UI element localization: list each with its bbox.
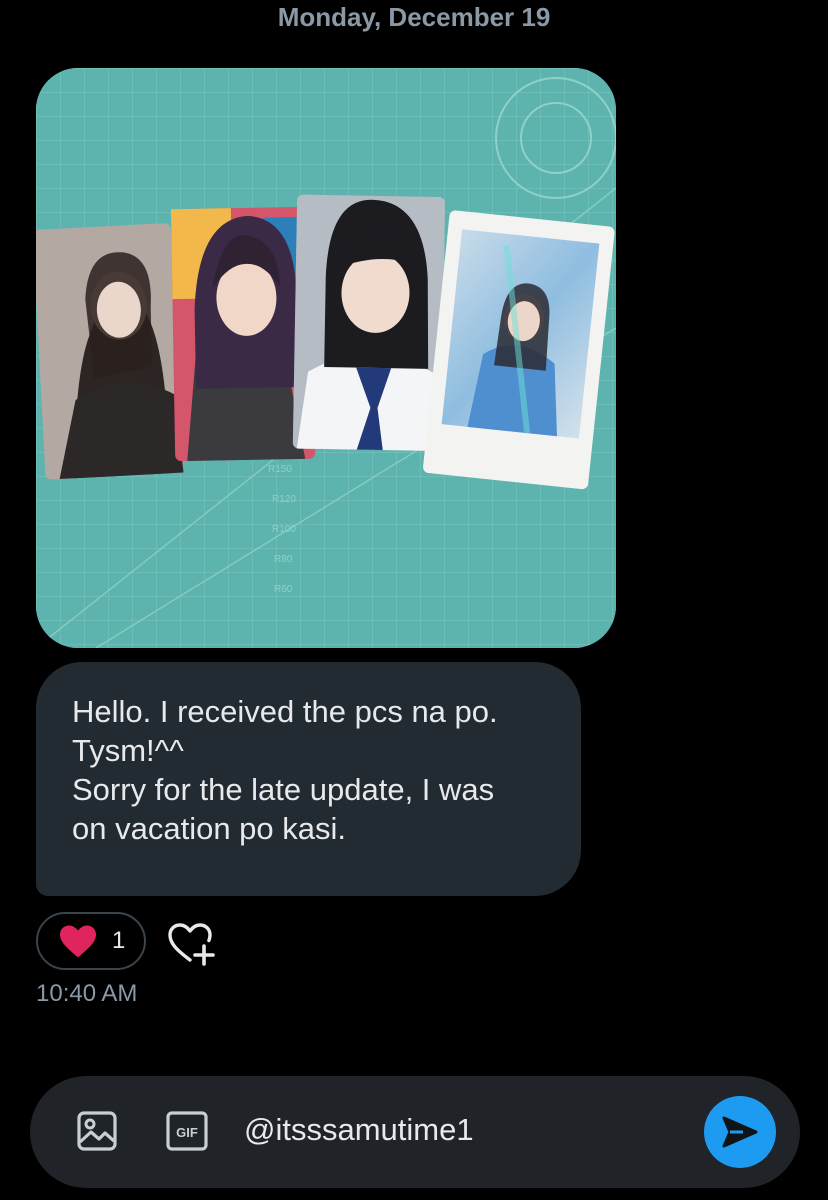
image-icon	[77, 1111, 117, 1151]
message-composer: GIF @itsssamutime1	[30, 1076, 800, 1188]
add-photo-button[interactable]	[76, 1110, 118, 1152]
photocard-3	[292, 194, 446, 452]
mat-label: R80	[274, 554, 293, 565]
reaction-pill[interactable]: 1	[36, 912, 146, 970]
date-header: Monday, December 19	[277, 2, 551, 32]
mat-label: R150	[268, 464, 292, 475]
message-bubble[interactable]: Hello. I received the pcs na po. Tysm!^^…	[36, 662, 581, 896]
send-icon	[722, 1116, 758, 1148]
mat-label: R100	[272, 524, 296, 535]
message-text: Hello. I received the pcs na po. Tysm!^^…	[72, 694, 498, 846]
photocard-1	[36, 223, 184, 480]
message-input[interactable]: @itsssamutime1	[244, 1110, 474, 1150]
heart-plus-icon	[168, 923, 215, 966]
reaction-count: 1	[112, 927, 126, 954]
mat-label: R60	[274, 584, 293, 595]
photo-illustration: R150 R120 R100 R80 R60	[36, 68, 616, 648]
heart-icon	[60, 925, 96, 958]
message-timestamp: 10:40 AM	[36, 980, 138, 1007]
dm-conversation-screen: Monday, December 19 R150 R120 R100 R80 R…	[0, 0, 828, 1200]
send-button[interactable]	[704, 1096, 776, 1168]
photo-attachment[interactable]: R150 R120 R100 R80 R60	[36, 68, 616, 648]
mat-label: R120	[272, 494, 296, 505]
add-reaction-button[interactable]	[166, 918, 218, 968]
polaroid-card	[423, 210, 615, 490]
gif-icon: GIF	[166, 1111, 208, 1151]
add-gif-button[interactable]: GIF	[166, 1111, 208, 1151]
gif-label: GIF	[176, 1125, 198, 1140]
